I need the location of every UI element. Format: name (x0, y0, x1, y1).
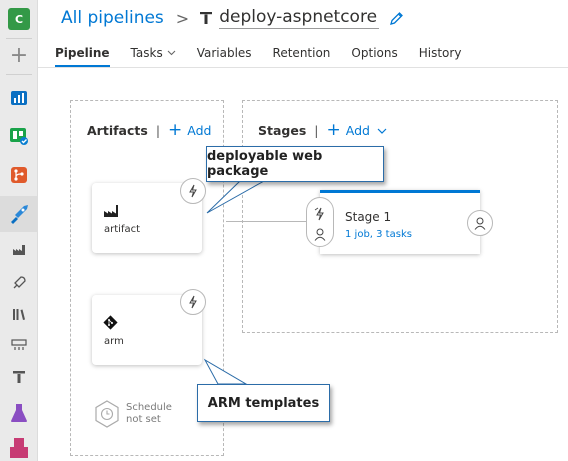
callout-text: deployable web package (207, 149, 323, 179)
callout-web-package: deployable web package (206, 146, 384, 182)
callout-text: ARM templates (207, 395, 320, 411)
callout-arm-templates: ARM templates (197, 384, 330, 422)
callout-pointer (206, 180, 266, 214)
callout-pointer (203, 358, 248, 385)
